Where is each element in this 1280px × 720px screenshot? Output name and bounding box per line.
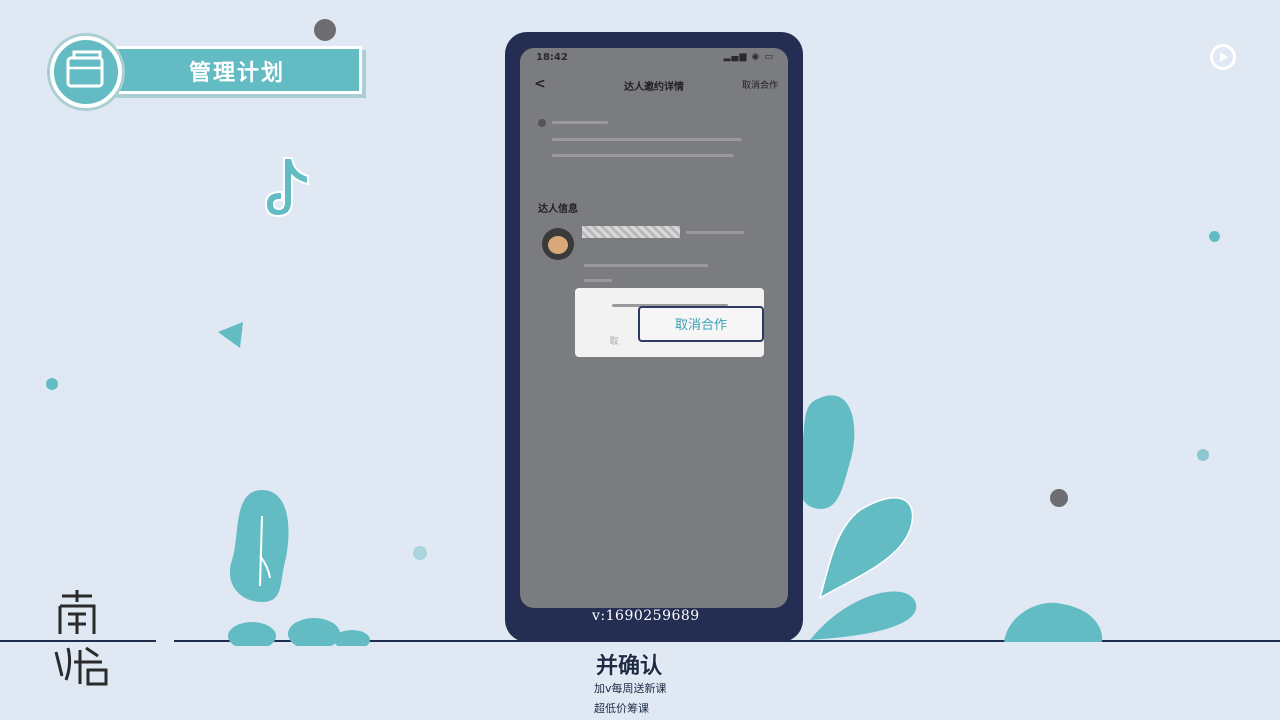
plan-status-icon (538, 119, 546, 127)
watermark-line: 超低价筹课 (594, 702, 649, 715)
avatar (542, 228, 574, 260)
decor-dot (1209, 231, 1220, 242)
decor-dot (46, 378, 58, 390)
plan-title-line (552, 121, 608, 124)
plant-decor-right (797, 395, 917, 640)
talent-stat-line (584, 264, 708, 267)
plan-date-line (552, 138, 742, 141)
talent-extra-line (584, 279, 612, 282)
brand-corner-icon (1210, 44, 1236, 70)
decor-dot (1050, 489, 1068, 507)
ground-gap (156, 638, 174, 644)
page-title: 管理计划 (188, 61, 285, 86)
nav-bar: < 达人邀约详情 取消合作 (520, 74, 788, 100)
bush-decor-right (1004, 602, 1103, 642)
section-title-talent-info: 达人信息 (538, 204, 578, 215)
dialog-confirm-cancel-cooperation-button[interactable]: 取消合作 (638, 306, 764, 342)
contact-watermark: v:1690259689 (592, 608, 700, 624)
decor-dot (1197, 449, 1209, 461)
plan-detail-line (552, 154, 734, 157)
status-time: 18:42 (536, 52, 568, 63)
title-badge-bar: 管理计划 (112, 46, 362, 94)
document-icon (50, 36, 122, 108)
masked-talent-name (582, 226, 680, 238)
signal-wifi-battery-icon: ▂▄▆ ◉ ▭ (723, 52, 774, 62)
watermark-line: 加v每周送新课 (594, 682, 667, 695)
status-bar: 18:42 ▂▄▆ ◉ ▭ (536, 52, 774, 68)
decor-dot (413, 546, 427, 560)
subtitle-caption: 并确认 (596, 654, 663, 679)
plant-decor-left (228, 490, 370, 646)
talent-meta-line (686, 231, 744, 234)
brand-calligraphy-logo (52, 588, 122, 697)
music-note-icon (264, 157, 309, 218)
title-badge: 管理计划 (50, 36, 380, 108)
cancel-cooperation-link[interactable]: 取消合作 (742, 78, 778, 91)
triangle-decor-icon (218, 322, 243, 348)
avatar-face (548, 236, 568, 254)
plan-info-block (536, 116, 776, 176)
